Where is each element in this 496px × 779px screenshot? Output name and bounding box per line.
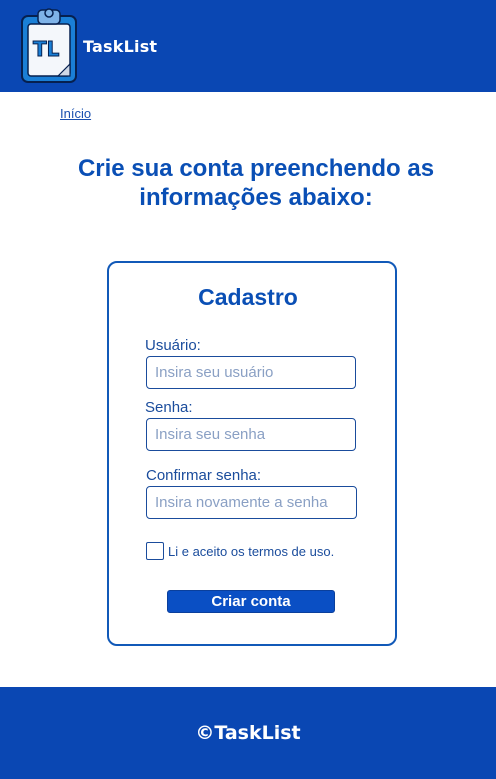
confirm-password-input[interactable]	[146, 486, 357, 519]
signup-card	[107, 261, 397, 646]
password-label: Senha:	[145, 399, 193, 416]
tasklist-logo-icon[interactable]: TL	[18, 4, 80, 84]
create-account-button[interactable]: Criar conta	[167, 590, 335, 613]
form-title: Cadastro	[198, 284, 298, 310]
footer-copyright: ©TaskList	[195, 722, 301, 744]
confirm-password-label: Confirmar senha:	[146, 467, 262, 484]
username-input[interactable]	[146, 356, 356, 389]
terms-checkbox[interactable]	[146, 542, 164, 560]
username-label: Usuário:	[145, 337, 201, 354]
terms-label[interactable]: Li e aceito os termos de uso.	[168, 544, 334, 559]
breadcrumb-home-link[interactable]: Início	[60, 106, 91, 121]
password-input[interactable]	[146, 418, 356, 451]
page-headline: Crie sua conta preenchendo as informaçõe…	[77, 155, 435, 211]
logo-letters: TL	[33, 37, 60, 61]
brand-name: TaskList	[83, 37, 158, 56]
